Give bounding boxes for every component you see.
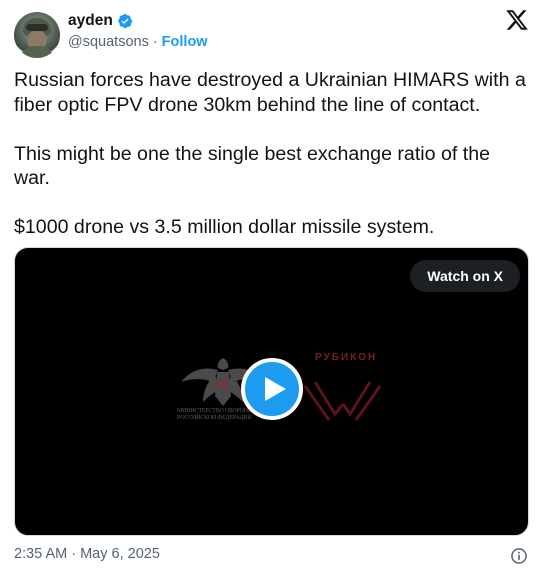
play-button[interactable] bbox=[241, 358, 303, 420]
play-icon bbox=[265, 377, 286, 401]
avatar-goggle bbox=[26, 24, 48, 31]
ministry-caption-line: МИНИСТЕРСТВО ОБОРОНЫ bbox=[177, 408, 253, 414]
rubikon-caption: РУБИКОН bbox=[315, 352, 378, 363]
ministry-caption: МИНИСТЕРСТВО ОБОРОНЫ РОССИЙСКОЙ ФЕДЕРАЦИ… bbox=[177, 408, 253, 422]
x-logo-icon[interactable] bbox=[505, 8, 529, 32]
author-handle[interactable]: @squatsons bbox=[68, 34, 149, 50]
video-player[interactable]: Watch on X МИНИСТЕРСТВО ОБОРОНЫ РОССИЙСК… bbox=[14, 247, 529, 536]
avatar-body bbox=[19, 46, 55, 58]
author-name-row[interactable]: ayden bbox=[68, 12, 133, 30]
rubikon-logo-icon bbox=[303, 381, 382, 421]
handle-separator: · bbox=[152, 34, 158, 50]
tweet-header: ayden @squatsons · Follow bbox=[14, 8, 529, 58]
info-icon[interactable] bbox=[509, 546, 529, 566]
author-handle-row: @squatsons · Follow bbox=[68, 34, 208, 50]
avatar[interactable] bbox=[14, 12, 60, 58]
tweet-paragraph: Russian forces have destroyed a Ukrainia… bbox=[14, 69, 526, 116]
author-display-name[interactable]: ayden bbox=[68, 12, 113, 30]
tweet-footer: 2:35 AM · May 6, 2025 bbox=[14, 546, 529, 566]
tweet-paragraph: $1000 drone vs 3.5 million dollar missil… bbox=[14, 216, 435, 238]
ministry-caption-line: РОССИЙСКОЙ ФЕДЕРАЦИИ bbox=[177, 415, 252, 421]
verified-badge-icon bbox=[117, 13, 133, 29]
timestamp[interactable]: 2:35 AM · May 6, 2025 bbox=[14, 546, 160, 562]
tweet-paragraph: This might be one the single best exchan… bbox=[14, 142, 490, 190]
follow-button[interactable]: Follow bbox=[162, 34, 208, 50]
watch-on-x-button[interactable]: Watch on X bbox=[410, 260, 520, 292]
tweet-text: Russian forces have destroyed a Ukrainia… bbox=[14, 68, 529, 240]
